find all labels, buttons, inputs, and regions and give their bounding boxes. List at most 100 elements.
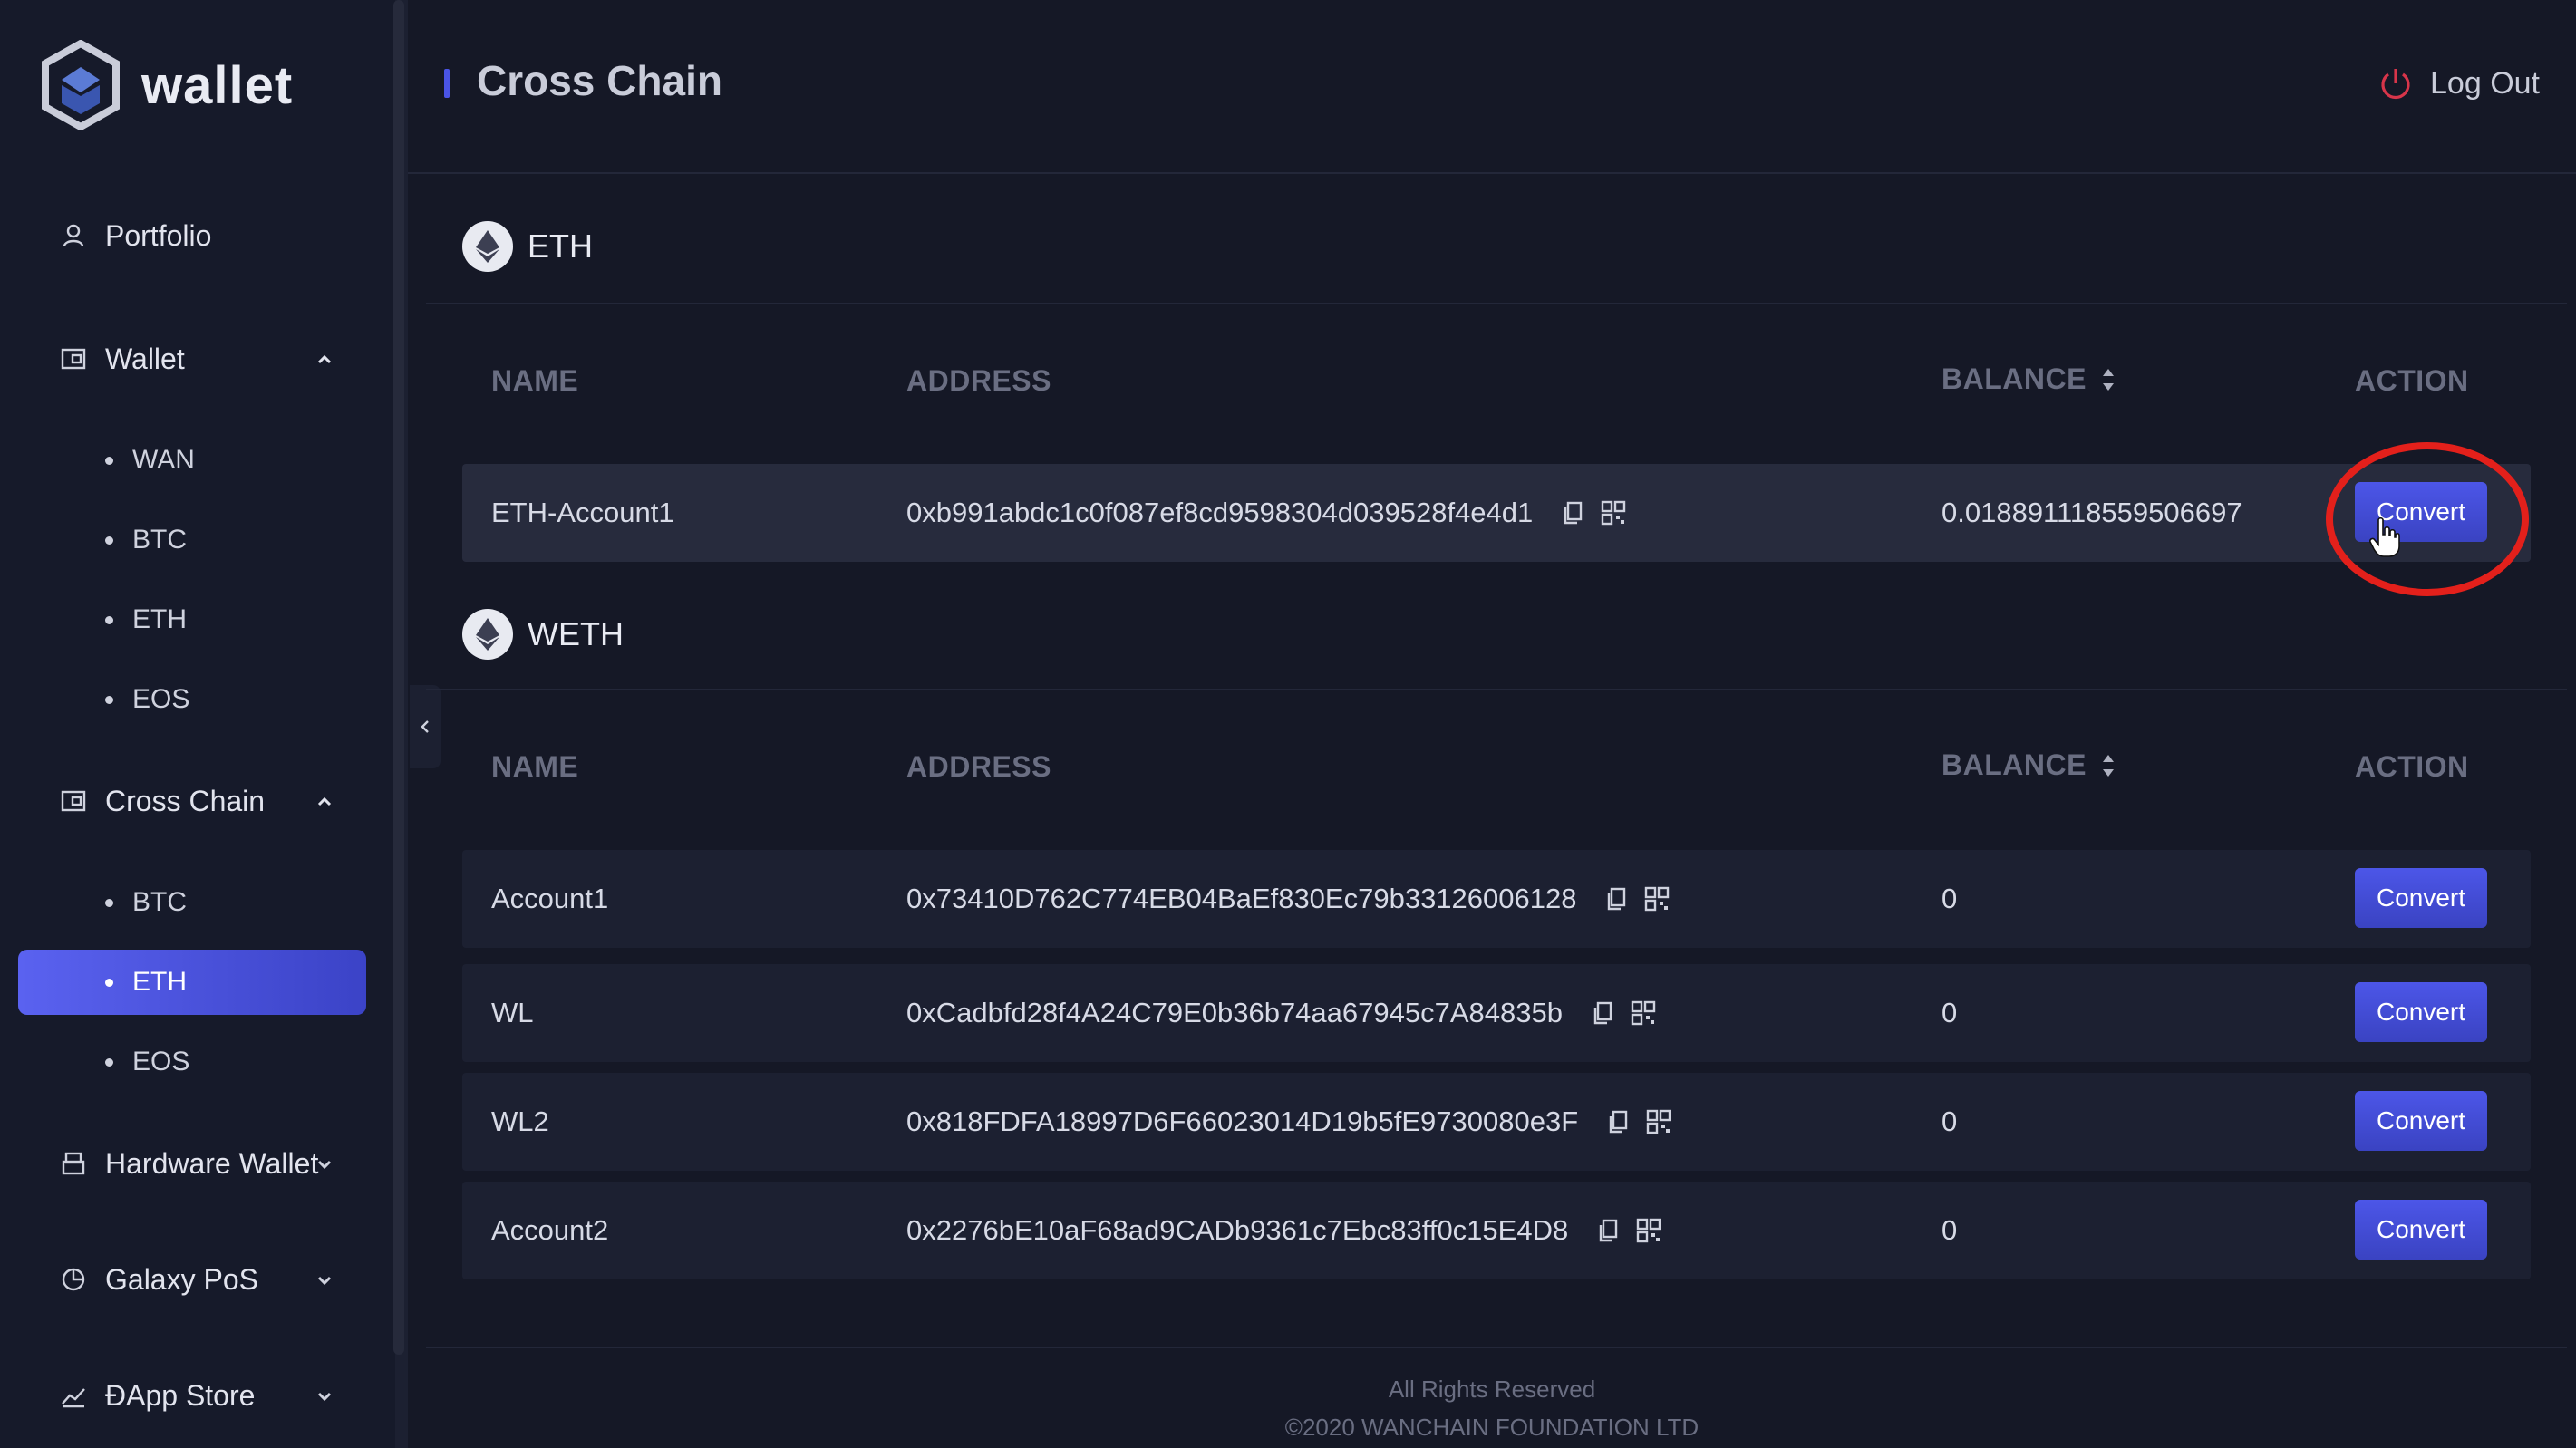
account-address: 0x818FDFA18997D6F66023014D19b5fE9730080e… [906,1073,1685,1171]
sidebar-item-galaxy-pos[interactable]: Galaxy PoS [0,1243,395,1316]
sidebar-subitem-wallet-eos[interactable]: EOS [0,667,395,732]
pie-chart-icon [60,1266,87,1293]
page-header: Cross Chain Log Out [408,0,2576,174]
account-balance: 0.018891118559506697 [1942,497,2242,528]
sidebar-subitem-wallet-eth[interactable]: ETH [0,587,395,652]
sidebar-collapse-toggle[interactable] [410,685,441,768]
table-row: ETH-Account1 0xb991abdc1c0f087ef8cd95983… [462,464,2531,562]
chevron-down-icon [312,1383,337,1408]
qr-code-icon[interactable] [1643,885,1671,912]
line-chart-icon [60,1382,87,1409]
qr-code-icon[interactable] [1600,499,1627,526]
page-title: Cross Chain [477,57,722,104]
qr-code-icon[interactable] [1635,1217,1662,1244]
sidebar-subitem-label: ETH [132,967,187,997]
account-address: 0x73410D762C774EB04BaEf830Ec79b331260061… [906,850,1683,948]
address-text: 0xCadbfd28f4A24C79E0b36b74aa67945c7A8483… [906,997,1563,1028]
sidebar-item-label: ĐApp Store [105,1378,256,1412]
sidebar-subitem-wallet-wan[interactable]: WAN [0,428,395,493]
qr-code-icon[interactable] [1630,999,1657,1027]
hand-cursor-icon [2369,516,2400,557]
account-name: ETH-Account1 [491,497,674,528]
bullet-icon [105,695,113,704]
sidebar-subitem-label: EOS [132,684,190,714]
chevron-left-icon [421,720,429,733]
column-header-action: ACTION [2355,750,2469,783]
table-row: Account2 0x2276bE10aF68ad9CADb9361c7Ebc8… [462,1182,2531,1279]
column-header-balance[interactable]: BALANCE [1942,748,2117,782]
ethereum-icon [462,609,513,660]
account-address: 0xCadbfd28f4A24C79E0b36b74aa67945c7A8483… [906,964,1670,1062]
sidebar-item-portfolio[interactable]: Portfolio [0,199,395,272]
title-accent-bar [444,69,450,98]
section-divider [426,303,2567,304]
account-balance: 0 [1942,1105,1958,1137]
convert-button[interactable]: Convert [2355,1091,2487,1151]
section-weth-header: WETH [462,609,624,660]
copy-icon[interactable] [1560,499,1587,526]
account-balance: 0 [1942,997,1958,1028]
bullet-icon [105,536,113,545]
account-name: WL [491,997,534,1028]
sort-icon [2102,754,2114,777]
copy-icon[interactable] [1605,1108,1632,1135]
account-balance: 0 [1942,883,1958,914]
section-title: WETH [528,615,624,652]
highlight-annotation [2326,442,2529,596]
column-header-label: BALANCE [1942,748,2087,781]
footer-copyright: ©2020 WANCHAIN FOUNDATION LTD [1284,1414,1700,1441]
convert-button[interactable]: Convert [2355,982,2487,1042]
section-divider [426,689,2567,690]
chevron-up-icon [312,788,337,814]
wallet-icon [60,345,87,372]
sidebar-item-label: Hardware Wallet [105,1146,319,1180]
sidebar-item-label: Wallet [105,342,185,375]
bullet-icon [105,615,113,624]
address-text: 0xb991abdc1c0f087ef8cd9598304d039528f4e4… [906,497,1534,528]
copy-icon[interactable] [1590,999,1617,1027]
account-name: Account2 [491,1214,609,1246]
sidebar-subitem-label: WAN [132,445,195,475]
bullet-icon [105,456,113,465]
sidebar-item-dapp-store[interactable]: ĐApp Store [0,1359,395,1432]
sidebar-subitem-wallet-btc[interactable]: BTC [0,507,395,573]
chevron-up-icon [312,346,337,372]
chevron-down-icon [312,1151,337,1176]
convert-button[interactable]: Convert [2355,868,2487,928]
brand-logo: wallet [42,40,293,130]
footer-divider [426,1347,2567,1348]
column-header-balance[interactable]: BALANCE [1942,362,2117,396]
sidebar-subitem-label: EOS [132,1047,190,1076]
sort-icon [2102,368,2114,391]
sidebar-item-wallet[interactable]: Wallet [0,323,395,395]
sidebar-subitem-cross-chain-btc[interactable]: BTC [0,870,395,935]
account-name: Account1 [491,883,609,914]
table-row: WL 0xCadbfd28f4A24C79E0b36b74aa67945c7A8… [462,964,2531,1062]
sidebar-subitem-label: BTC [132,525,187,555]
account-balance: 0 [1942,1214,1958,1246]
account-name: WL2 [491,1105,549,1137]
sidebar-item-hardware-wallet[interactable]: Hardware Wallet [0,1127,395,1200]
bullet-icon [105,898,113,907]
bullet-icon [105,1057,113,1067]
account-address: 0xb991abdc1c0f087ef8cd9598304d039528f4e4… [906,464,1640,562]
sidebar-scrollbar[interactable] [393,0,404,1355]
account-address: 0x2276bE10aF68ad9CADb9361c7Ebc83ff0c15E4… [906,1182,1675,1279]
app-window: wallet Portfolio Wallet WAN BTC ETH EOS … [0,0,2576,1448]
sidebar-subitem-label: BTC [132,887,187,917]
sidebar-subitem-cross-chain-eos[interactable]: EOS [0,1029,395,1095]
copy-icon[interactable] [1595,1217,1622,1244]
sidebar-item-cross-chain[interactable]: Cross Chain [0,765,395,837]
convert-button[interactable]: Convert [2355,1200,2487,1260]
qr-code-icon[interactable] [1645,1108,1672,1135]
logout-button[interactable]: Log Out [2377,65,2540,101]
sidebar-subitem-label: ETH [132,604,187,634]
copy-icon[interactable] [1603,885,1631,912]
column-header-address: ADDRESS [906,750,1051,783]
section-title: ETH [528,227,593,265]
sidebar-subitem-cross-chain-eth[interactable]: ETH [18,950,366,1015]
sidebar-item-label: Portfolio [105,218,212,252]
bullet-icon [105,978,113,987]
section-eth-header: ETH [462,221,593,272]
sidebar-item-label: Galaxy PoS [105,1262,258,1296]
